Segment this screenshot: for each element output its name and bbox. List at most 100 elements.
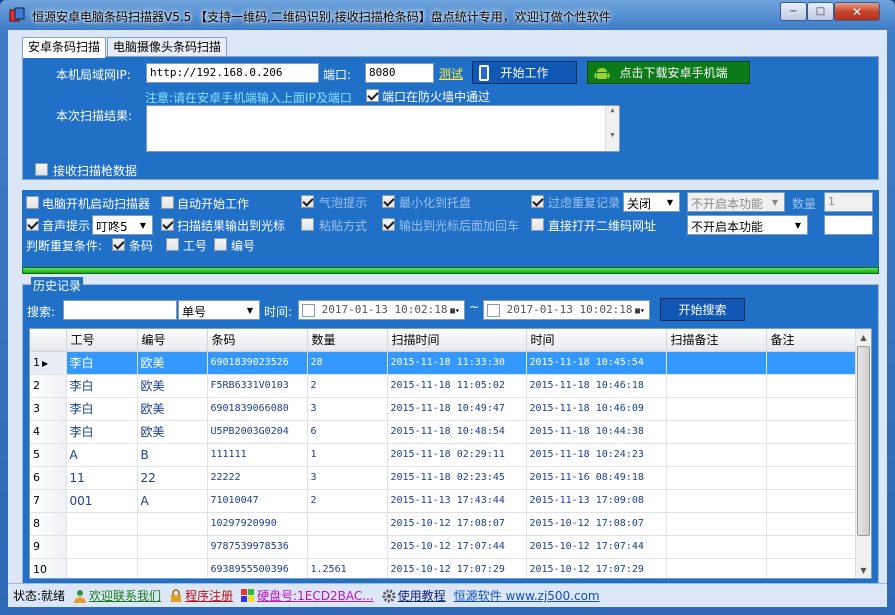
scroll-down-icon[interactable]: ▼ bbox=[856, 562, 871, 578]
enter-label: 输出到光标后面加回车 bbox=[399, 219, 520, 233]
qty-field[interactable]: 1 bbox=[824, 192, 873, 212]
autowork-checkbox[interactable] bbox=[161, 196, 174, 209]
result-scrollbar[interactable]: ▲ ▼ bbox=[605, 106, 619, 151]
row-number[interactable]: 10 bbox=[30, 558, 67, 578]
table-cell bbox=[766, 443, 857, 467]
firewall-checkbox[interactable] bbox=[366, 89, 379, 102]
chevron-down-icon: ▼ bbox=[666, 197, 674, 207]
date-to-picker[interactable]: 2017-01-13 10:02:18 ▦▾ bbox=[483, 300, 650, 320]
scroll-up-icon[interactable]: ▲ bbox=[856, 329, 871, 345]
column-header[interactable]: 扫描时间 bbox=[387, 329, 527, 352]
scroll-thumb[interactable] bbox=[857, 346, 870, 536]
calendar-icon[interactable]: ▦▾ bbox=[447, 302, 463, 318]
table-row[interactable]: 8 10297920990 2015-10-12 17:08:07 2015-10-1… bbox=[30, 512, 857, 536]
column-header[interactable]: 编号 bbox=[137, 329, 208, 352]
column-header[interactable]: 备注 bbox=[766, 329, 857, 352]
table-cell: 9787539978536 bbox=[207, 535, 308, 559]
register-link[interactable]: 程序注册 bbox=[169, 587, 233, 604]
row-number[interactable]: 2 bbox=[30, 374, 67, 398]
paste-checkbox[interactable] bbox=[301, 218, 314, 231]
table-cell bbox=[666, 374, 767, 398]
minimize-button[interactable]: − bbox=[780, 2, 807, 21]
test-link[interactable]: 测试 bbox=[439, 65, 463, 82]
receive-gun-checkbox[interactable] bbox=[35, 163, 48, 176]
table-row[interactable]: 4 李白 欧美 U5PB2003G0204 6 2015-11-18 10:48:54 20… bbox=[30, 420, 857, 444]
row-number[interactable]: 3 bbox=[30, 397, 67, 421]
date-from-checkbox[interactable] bbox=[302, 303, 315, 317]
table-row[interactable]: 2 李白 欧美 F5RB6331V0103 2 2015-11-18 11:05:02 20… bbox=[30, 374, 857, 398]
row-number[interactable]: 8 bbox=[30, 512, 67, 536]
column-header[interactable]: 条码 bbox=[207, 329, 308, 352]
search-button[interactable]: 开始搜索 bbox=[660, 298, 745, 321]
website-link[interactable]: 恒源软件 www.zj500.com bbox=[454, 587, 600, 604]
table-row[interactable]: 10 6938955500396 1.2561 2015-10-12 17:07:29… bbox=[30, 558, 857, 578]
table-cell: 2015-10-12 17:08:07 bbox=[387, 512, 527, 536]
scan-result-textarea[interactable]: ▲ ▼ bbox=[146, 105, 620, 152]
column-header[interactable]: 扫描备注 bbox=[666, 329, 767, 352]
filter-dup-checkbox[interactable] bbox=[531, 195, 544, 208]
calendar-icon[interactable]: ▦▾ bbox=[632, 302, 648, 318]
column-header[interactable]: 时间 bbox=[526, 329, 667, 352]
scroll-down-icon[interactable]: ▼ bbox=[606, 131, 619, 139]
table-row[interactable]: 3 李白 欧美 6901839066080 3 2015-11-18 10:49:47 20… bbox=[30, 397, 857, 421]
ip-field[interactable]: http://192.168.0.206 bbox=[146, 63, 319, 83]
history-legend: 历史记录 bbox=[31, 277, 84, 294]
field-select[interactable]: 单号 ▼ bbox=[178, 300, 260, 320]
blank-field[interactable] bbox=[824, 215, 873, 235]
contact-link[interactable]: 欢迎联系我们 bbox=[73, 587, 161, 604]
cond-barcode-checkbox[interactable] bbox=[112, 238, 125, 251]
enter-checkbox[interactable] bbox=[382, 218, 395, 231]
sound-select[interactable]: 叮咚5 ▼ bbox=[92, 215, 153, 235]
paste-label: 粘贴方式 bbox=[319, 219, 368, 233]
port-field[interactable]: 8080 bbox=[365, 63, 434, 83]
table-row[interactable]: 1 ▶ 李白 欧美 6901839023526 28 2015-11-18 11:33:30… bbox=[30, 351, 857, 375]
sound-checkbox[interactable] bbox=[26, 218, 39, 231]
maximize-button[interactable]: □ bbox=[807, 2, 834, 21]
table-row[interactable]: 9 9787539978536 2015-10-12 17:07:44 2015-10… bbox=[30, 535, 857, 559]
row-number[interactable]: 6 bbox=[30, 466, 67, 490]
cond-worker-checkbox[interactable] bbox=[166, 238, 179, 251]
func2-select[interactable]: 不开启本功能 ▼ bbox=[687, 215, 808, 235]
date-from-picker[interactable]: 2017-01-13 10:02:18 ▦▾ bbox=[298, 300, 465, 320]
table-row[interactable]: 6 11 22 22222 3 2015-11-18 02:23:45 2015-11-16… bbox=[30, 466, 857, 490]
table-row[interactable]: 7 001 A 71010047 2 2015-11-13 17:43:44 2015-11… bbox=[30, 489, 857, 513]
open-url-checkbox[interactable] bbox=[531, 218, 544, 231]
bubble-checkbox[interactable] bbox=[301, 195, 314, 208]
table-cell: 2015-11-18 11:33:30 bbox=[387, 351, 527, 375]
table-cell bbox=[137, 535, 208, 559]
search-input[interactable] bbox=[63, 300, 177, 320]
field-value: 单号 bbox=[182, 305, 207, 319]
tab-android-scan[interactable]: 安卓条码扫描 bbox=[22, 37, 107, 58]
scroll-up-icon[interactable]: ▲ bbox=[606, 106, 619, 114]
filter-dup-select[interactable]: 关闭 ▼ bbox=[623, 192, 680, 212]
table-cell: 11 bbox=[66, 466, 138, 490]
row-number[interactable]: 1 ▶ bbox=[30, 351, 67, 375]
autostart-checkbox[interactable] bbox=[26, 196, 39, 209]
table-cell: 欧美 bbox=[137, 420, 208, 444]
tutorial-link[interactable]: 使用教程 bbox=[382, 587, 446, 604]
table-row[interactable]: 5 A B 111111 1 2015-11-18 02:29:11 2015-11-18 … bbox=[30, 443, 857, 467]
column-header[interactable]: 工号 bbox=[66, 329, 138, 352]
close-button[interactable]: ✕ bbox=[834, 2, 880, 21]
table-cell: 2015-10-12 17:07:29 bbox=[387, 558, 527, 578]
row-number[interactable]: 9 bbox=[30, 535, 67, 559]
output-cursor-checkbox[interactable] bbox=[161, 218, 174, 231]
table-cell bbox=[666, 351, 767, 375]
app-icon bbox=[9, 7, 25, 22]
tab-camera-scan[interactable]: 电脑摄像头条码扫描 bbox=[107, 37, 228, 57]
download-android-button[interactable]: 点击下载安卓手机端 bbox=[587, 61, 750, 84]
row-number[interactable]: 7 bbox=[30, 489, 67, 513]
cond-code-checkbox[interactable] bbox=[214, 238, 227, 251]
start-work-button[interactable]: 开始工作 bbox=[472, 61, 577, 84]
row-number[interactable]: 4 bbox=[30, 420, 67, 444]
date-to-checkbox[interactable] bbox=[487, 303, 500, 317]
tray-checkbox[interactable] bbox=[382, 195, 395, 208]
func1-select[interactable]: 不开启本功能 ▼ bbox=[687, 192, 785, 212]
column-header[interactable]: 数量 bbox=[307, 329, 388, 352]
row-number[interactable]: 5 bbox=[30, 443, 67, 467]
title-bar[interactable]: 恒源安卓电脑条码扫描器V5.5 【支持一维码,二维码识别,接收扫描枪条码】盘点统… bbox=[0, 0, 895, 30]
grid-scrollbar[interactable]: ▲ ▼ bbox=[855, 329, 871, 578]
disk-link[interactable]: 硬盘号:1ECD2BAC... bbox=[241, 587, 374, 604]
table-cell: U5PB2003G0204 bbox=[207, 420, 308, 444]
progress-bar bbox=[22, 267, 879, 274]
